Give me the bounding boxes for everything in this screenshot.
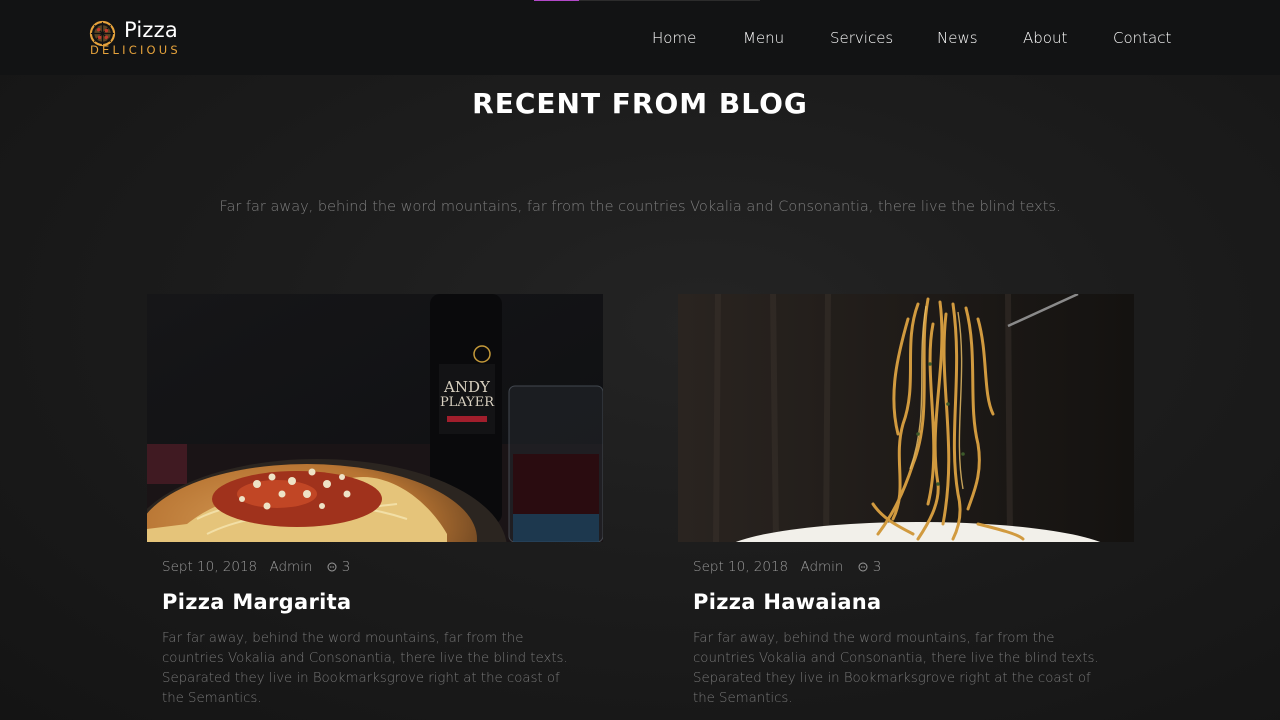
post-title-link[interactable]: Pizza Hawaiana (693, 590, 882, 614)
section-title: RECENT FROM BLOG (472, 87, 808, 120)
post-excerpt: Far far away, behind the word mountains,… (693, 631, 1099, 706)
scroll-progress-bar (534, 0, 760, 1)
nav-item-services[interactable]: Services (830, 29, 893, 47)
post-date-link[interactable]: Sept 10, 2018 (693, 559, 788, 575)
navbar: Pizza DELICIOUS Home Menu Services News … (0, 0, 1280, 75)
post-comments-link[interactable]: 3 (858, 559, 882, 575)
blog-card-meta: Sept 10, 2018 Admin 3 (693, 559, 881, 575)
spaghetti-fork-photo (678, 294, 1134, 542)
nav-item-about[interactable]: About (1023, 29, 1067, 47)
blog-card-image[interactable]: ANDY PLAYER (147, 294, 603, 542)
chat-icon (327, 562, 337, 572)
main-nav: Home Menu Services News About Contact (0, 29, 1280, 49)
blog-card-meta: Sept 10, 2018 Admin 3 (162, 559, 350, 575)
blog-card-image[interactable] (678, 294, 1134, 542)
section-subtitle: Far far away, behind the word mountains,… (219, 199, 1061, 215)
nav-item-contact[interactable]: Contact (1113, 29, 1171, 47)
post-comment-count: 3 (341, 559, 351, 575)
svg-text:ANDY: ANDY (443, 378, 491, 396)
post-author-link[interactable]: Admin (269, 559, 312, 575)
post-excerpt: Far far away, behind the word mountains,… (162, 631, 568, 706)
blog-card: Sept 10, 2018 Admin 3 Pizza Hawaiana Far… (678, 294, 1134, 720)
scroll-progress-fill (534, 0, 580, 1)
chat-icon (858, 562, 868, 572)
post-author-link[interactable]: Admin (800, 559, 843, 575)
post-comment-count: 3 (872, 559, 882, 575)
post-title-link[interactable]: Pizza Margarita (162, 590, 351, 614)
post-comments-link[interactable]: 3 (327, 559, 351, 575)
svg-text:PLAYER: PLAYER (440, 395, 495, 410)
post-date-link[interactable]: Sept 10, 2018 (162, 559, 257, 575)
nav-item-news[interactable]: News (937, 29, 978, 47)
nav-item-home[interactable]: Home (652, 29, 696, 47)
nav-item-menu[interactable]: Menu (743, 29, 784, 47)
spaghetti-bolognese-photo: ANDY PLAYER (147, 294, 603, 542)
blog-card: ANDY PLAYER Sept 10, 2018 Admin 3 Pizza … (147, 294, 603, 720)
